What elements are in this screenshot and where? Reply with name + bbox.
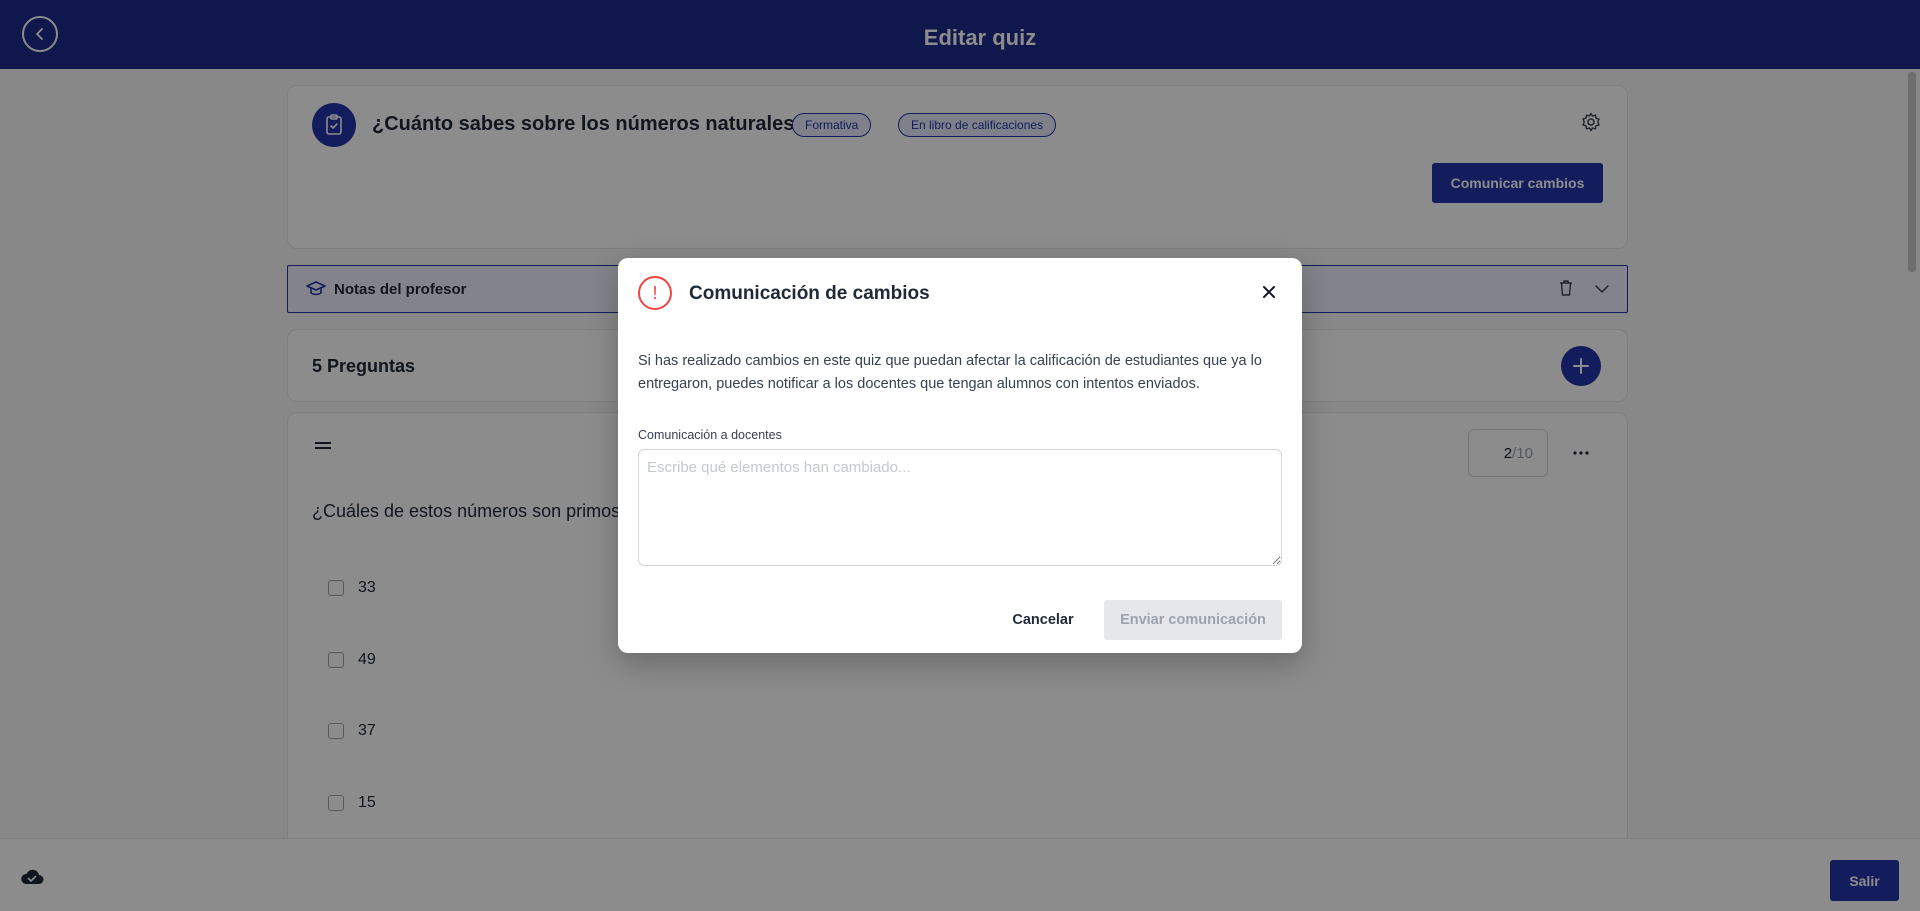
close-icon[interactable] [1261,284,1277,300]
comunicacion-modal: ! Comunicación de cambios Si has realiza… [618,258,1302,653]
cancel-button[interactable]: Cancelar [988,600,1098,640]
communication-textarea[interactable] [638,449,1282,566]
modal-description: Si has realizado cambios en este quiz qu… [638,353,1262,392]
send-communication-button[interactable]: Enviar comunicación [1104,600,1282,640]
warning-icon: ! [638,276,672,310]
modal-title: Comunicación de cambios [689,283,930,304]
field-label: Comunicación a docentes [638,428,782,442]
